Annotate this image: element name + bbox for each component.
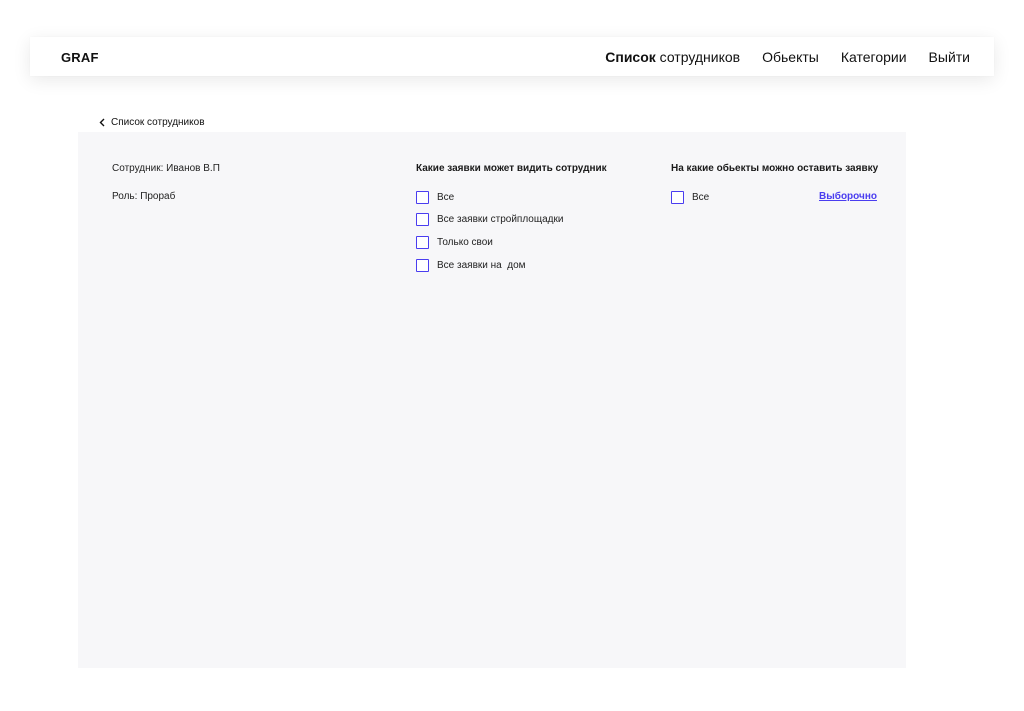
nav-objects[interactable]: Обьекты (762, 49, 819, 65)
nav-logout[interactable]: Выйти (929, 49, 970, 65)
main-nav: Список сотрудников Обьекты Категории Вый… (605, 49, 970, 65)
employee-role-label: Роль: (112, 191, 138, 202)
nav-employees-list-bold: Список (605, 49, 656, 65)
top-navbar: GRAF Список сотрудников Обьекты Категори… (30, 37, 994, 76)
visibility-option-all[interactable]: Все (416, 191, 454, 204)
nav-employees-list[interactable]: Список сотрудников (605, 49, 740, 65)
chevron-left-icon (99, 118, 105, 127)
employee-role-row: Роль: Прораб (112, 191, 175, 202)
checkbox[interactable] (416, 191, 429, 204)
employee-permissions-panel: Сотрудник: Иванов В.П Роль: Прораб Какие… (78, 132, 906, 668)
employee-name-value: Иванов В.П (166, 163, 220, 174)
select-objects-link[interactable]: Выборочно (819, 191, 877, 202)
checkbox-label: Только свои (437, 237, 493, 248)
visibility-option-house[interactable]: Все заявки на дом (416, 259, 526, 272)
employee-name-row: Сотрудник: Иванов В.П (112, 163, 220, 174)
app-logo[interactable]: GRAF (61, 50, 99, 65)
checkbox[interactable] (416, 259, 429, 272)
visibility-option-own[interactable]: Только свои (416, 236, 493, 249)
employee-role-value: Прораб (140, 191, 176, 202)
employee-name-label: Сотрудник: (112, 163, 164, 174)
objects-title: На какие обьекты можно оставить заявку (671, 163, 879, 174)
checkbox-label: Все (692, 192, 710, 203)
visibility-option-site[interactable]: Все заявки стройплощадки (416, 213, 563, 226)
nav-employees-list-rest: сотрудников (655, 49, 741, 65)
checkbox[interactable] (671, 191, 684, 204)
visibility-title: Какие заявки может видить сотрудник (416, 163, 607, 174)
back-link-label: Список сотрудников (111, 117, 205, 128)
back-to-employees-link[interactable]: Список сотрудников (99, 117, 205, 128)
objects-option-all[interactable]: Все (671, 191, 709, 204)
checkbox[interactable] (416, 213, 429, 226)
checkbox[interactable] (416, 236, 429, 249)
checkbox-label: Все заявки на дом (437, 260, 526, 271)
checkbox-label: Все (437, 192, 455, 203)
checkbox-label: Все заявки стройплощадки (437, 214, 564, 225)
nav-categories[interactable]: Категории (841, 49, 907, 65)
